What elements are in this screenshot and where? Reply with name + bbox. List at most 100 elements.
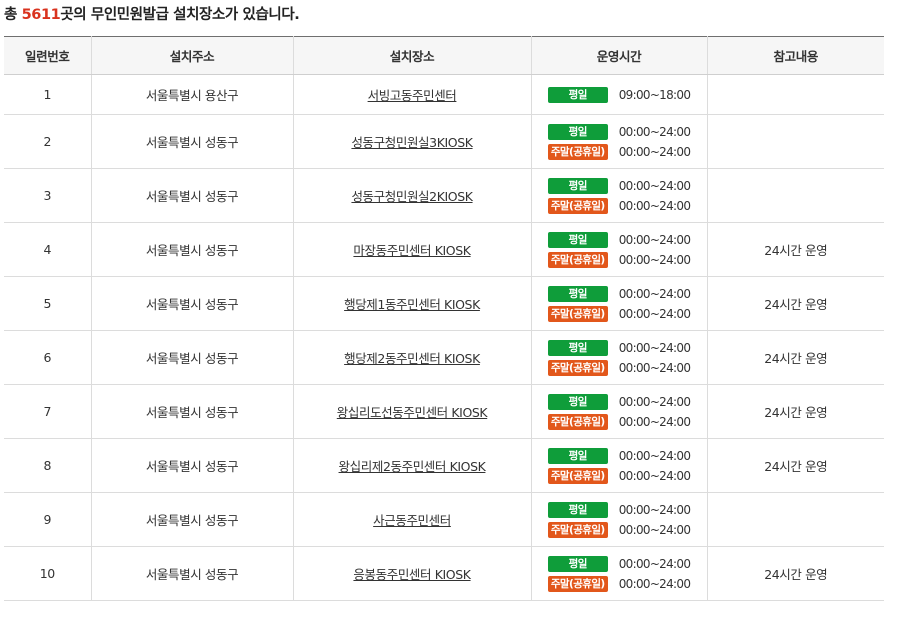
- address-cell: 서울특별시 성동구: [90, 438, 293, 493]
- hours-cell: 평일 00:00~24:00 주말(공휴일) 00:00~24:00: [530, 438, 707, 493]
- place-link[interactable]: 왕십리제2동주민센터 KIOSK: [339, 459, 486, 474]
- hours-cell: 평일 00:00~24:00 주말(공휴일) 00:00~24:00: [530, 114, 707, 169]
- note-cell: 24시간 운영: [706, 546, 884, 601]
- weekday-badge: 평일: [547, 501, 608, 518]
- hours-block: 평일 00:00~24:00 주말(공휴일) 00:00~24:00: [547, 392, 691, 432]
- address-cell: 서울특별시 성동구: [90, 546, 293, 601]
- weekday-hours: 평일 00:00~24:00: [547, 392, 691, 412]
- hours-cell: 평일 00:00~24:00 주말(공휴일) 00:00~24:00: [530, 492, 707, 547]
- place-cell: 성동구청민원실3KIOSK: [292, 114, 531, 169]
- place-link[interactable]: 왕십리도선동주민센터 KIOSK: [337, 405, 488, 420]
- weekend-badge: 주말(공휴일): [547, 575, 608, 592]
- place-link[interactable]: 성동구청민원실2KIOSK: [351, 189, 473, 204]
- weekday-hours: 평일 00:00~24:00: [547, 446, 691, 466]
- weekday-time: 00:00~24:00: [618, 394, 691, 409]
- table-row: 5 서울특별시 성동구 행당제1동주민센터 KIOSK 평일 00:00~24:0…: [4, 276, 884, 331]
- weekend-time: 00:00~24:00: [618, 360, 691, 375]
- place-cell: 행당제1동주민센터 KIOSK: [292, 276, 531, 331]
- weekday-time: 00:00~24:00: [618, 124, 691, 139]
- kiosk-location-table: 일련번호 설치주소 설치장소 운영시간 참고내용 1 서울특별시 용산구 서빙고…: [4, 36, 884, 601]
- weekend-time: 00:00~24:00: [618, 414, 691, 429]
- place-link[interactable]: 마장동주민센터 KIOSK: [353, 243, 471, 258]
- weekday-badge: 평일: [547, 393, 608, 410]
- weekend-hours: 주말(공휴일) 00:00~24:00: [547, 574, 691, 594]
- serial-no-cell: 2: [4, 114, 91, 169]
- note-cell: [706, 114, 884, 169]
- summary-suffix: 곳의 무인민원발급 설치장소가 있습니다.: [60, 7, 300, 23]
- weekday-time: 09:00~18:00: [618, 87, 691, 102]
- hours-cell: 평일 00:00~24:00 주말(공휴일) 00:00~24:00: [530, 222, 707, 277]
- weekday-badge: 평일: [547, 86, 608, 103]
- weekend-hours: 주말(공휴일) 00:00~24:00: [547, 142, 691, 162]
- place-cell: 서빙고동주민센터: [292, 74, 531, 115]
- serial-no-cell: 3: [4, 168, 91, 223]
- note-cell: 24시간 운영: [706, 276, 884, 331]
- weekend-time: 00:00~24:00: [618, 144, 691, 159]
- note-cell: [706, 168, 884, 223]
- weekend-badge: 주말(공휴일): [547, 305, 608, 322]
- weekday-hours: 평일 09:00~18:00: [547, 85, 691, 105]
- place-cell: 왕십리제2동주민센터 KIOSK: [292, 438, 531, 493]
- weekend-badge: 주말(공휴일): [547, 143, 608, 160]
- hours-cell: 평일 00:00~24:00 주말(공휴일) 00:00~24:00: [530, 384, 707, 439]
- hours-block: 평일 00:00~24:00 주말(공휴일) 00:00~24:00: [547, 122, 691, 162]
- weekend-time: 00:00~24:00: [618, 198, 691, 213]
- serial-no-cell: 6: [4, 330, 91, 385]
- result-summary: 총 5611곳의 무인민원발급 설치장소가 있습니다.: [4, 4, 300, 26]
- table-header-row: 일련번호 설치주소 설치장소 운영시간 참고내용: [4, 36, 884, 75]
- note-cell: 24시간 운영: [706, 438, 884, 493]
- table-row: 6 서울특별시 성동구 행당제2동주민센터 KIOSK 평일 00:00~24:0…: [4, 330, 884, 385]
- table-row: 8 서울특별시 성동구 왕십리제2동주민센터 KIOSK 평일 00:00~24:…: [4, 438, 884, 493]
- hours-cell: 평일 00:00~24:00 주말(공휴일) 00:00~24:00: [530, 276, 707, 331]
- address-cell: 서울특별시 용산구: [90, 74, 293, 115]
- weekend-hours: 주말(공휴일) 00:00~24:00: [547, 466, 691, 486]
- place-cell: 행당제2동주민센터 KIOSK: [292, 330, 531, 385]
- table-row: 7 서울특별시 성동구 왕십리도선동주민센터 KIOSK 평일 00:00~24:…: [4, 384, 884, 439]
- weekday-badge: 평일: [547, 555, 608, 572]
- weekday-hours: 평일 00:00~24:00: [547, 122, 691, 142]
- weekend-badge: 주말(공휴일): [547, 251, 608, 268]
- weekday-time: 00:00~24:00: [618, 502, 691, 517]
- place-link[interactable]: 행당제1동주민센터 KIOSK: [344, 297, 480, 312]
- table-row: 3 서울특별시 성동구 성동구청민원실2KIOSK 평일 00:00~24:00 …: [4, 168, 884, 223]
- header-place: 설치장소: [292, 36, 531, 75]
- weekday-badge: 평일: [547, 285, 608, 302]
- weekend-hours: 주말(공휴일) 00:00~24:00: [547, 412, 691, 432]
- table-row: 1 서울특별시 용산구 서빙고동주민센터 평일 09:00~18:00: [4, 74, 884, 115]
- result-count: 5611: [21, 7, 61, 23]
- serial-no-cell: 4: [4, 222, 91, 277]
- weekend-hours: 주말(공휴일) 00:00~24:00: [547, 304, 691, 324]
- weekday-badge: 평일: [547, 123, 608, 140]
- weekday-time: 00:00~24:00: [618, 286, 691, 301]
- weekday-hours: 평일 00:00~24:00: [547, 554, 691, 574]
- weekend-badge: 주말(공휴일): [547, 359, 608, 376]
- summary-prefix: 총: [4, 7, 22, 23]
- place-link[interactable]: 사근동주민센터: [373, 513, 451, 528]
- place-cell: 사근동주민센터: [292, 492, 531, 547]
- place-cell: 성동구청민원실2KIOSK: [292, 168, 531, 223]
- hours-block: 평일 00:00~24:00 주말(공휴일) 00:00~24:00: [547, 446, 691, 486]
- hours-cell: 평일 00:00~24:00 주말(공휴일) 00:00~24:00: [530, 168, 707, 223]
- weekend-hours: 주말(공휴일) 00:00~24:00: [547, 250, 691, 270]
- header-note: 참고내용: [706, 36, 884, 75]
- place-link[interactable]: 행당제2동주민센터 KIOSK: [344, 351, 480, 366]
- weekend-time: 00:00~24:00: [618, 522, 691, 537]
- place-link[interactable]: 응봉동주민센터 KIOSK: [353, 567, 471, 582]
- header-address: 설치주소: [90, 36, 293, 75]
- weekend-time: 00:00~24:00: [618, 576, 691, 591]
- weekday-badge: 평일: [547, 447, 608, 464]
- weekend-time: 00:00~24:00: [618, 252, 691, 267]
- weekday-time: 00:00~24:00: [618, 178, 691, 193]
- hours-cell: 평일 09:00~18:00: [530, 74, 707, 115]
- note-cell: [706, 74, 884, 115]
- address-cell: 서울특별시 성동구: [90, 276, 293, 331]
- serial-no-cell: 9: [4, 492, 91, 547]
- place-link[interactable]: 서빙고동주민센터: [368, 88, 457, 103]
- weekend-time: 00:00~24:00: [618, 306, 691, 321]
- address-cell: 서울특별시 성동구: [90, 330, 293, 385]
- place-cell: 왕십리도선동주민센터 KIOSK: [292, 384, 531, 439]
- place-link[interactable]: 성동구청민원실3KIOSK: [351, 135, 473, 150]
- hours-block: 평일 00:00~24:00 주말(공휴일) 00:00~24:00: [547, 176, 691, 216]
- address-cell: 서울특별시 성동구: [90, 492, 293, 547]
- weekday-badge: 평일: [547, 339, 608, 356]
